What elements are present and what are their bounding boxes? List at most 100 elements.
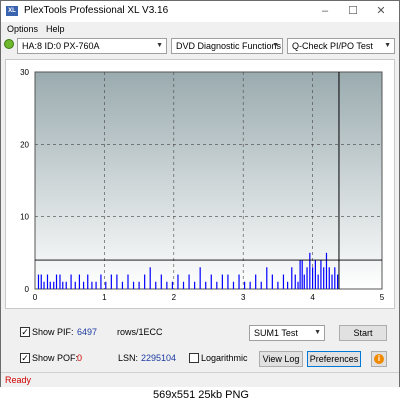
- logarithmic-checkbox[interactable]: [189, 353, 199, 363]
- pi-bar: [331, 274, 333, 289]
- pi-bar: [232, 281, 235, 289]
- pi-bar: [100, 274, 102, 289]
- show-pof-checkbox[interactable]: ✓: [20, 353, 30, 363]
- pi-chart: 0 1 2 3 4 5 0 10 20 30: [20, 68, 385, 302]
- chevron-down-icon: ▼: [384, 42, 391, 49]
- pi-bar: [116, 274, 118, 289]
- show-pif-label: Show PIF:: [32, 327, 74, 337]
- pi-bar: [182, 281, 185, 289]
- pi-bar: [323, 267, 325, 289]
- preferences-button[interactable]: Preferences: [307, 351, 361, 367]
- pi-bar: [328, 267, 330, 289]
- close-icon[interactable]: ✕: [367, 3, 395, 19]
- pi-bar: [291, 267, 293, 289]
- pi-bar: [82, 281, 85, 289]
- pi-bar: [144, 274, 146, 289]
- view-log-button[interactable]: View Log: [259, 351, 303, 367]
- image-caption: 569x551 25kb PNG: [0, 387, 402, 404]
- pi-bar: [277, 281, 279, 289]
- pi-bar: [132, 281, 135, 289]
- sum-test-select[interactable]: SUM1 Test ▼: [249, 325, 325, 341]
- pi-bar: [177, 274, 179, 289]
- pi-bar: [194, 281, 196, 289]
- maximize-icon[interactable]: ☐: [339, 3, 367, 19]
- pi-bar: [70, 274, 72, 289]
- pi-bar: [306, 267, 308, 289]
- pi-bar: [171, 281, 174, 289]
- pi-bar: [74, 281, 76, 289]
- x-tick-label: 4: [310, 293, 315, 302]
- pi-bar: [46, 274, 49, 289]
- function-select[interactable]: DVD Diagnostic Functions ▼: [171, 38, 283, 54]
- start-button[interactable]: Start: [339, 325, 387, 341]
- y-tick-label: 20: [20, 140, 29, 149]
- pi-bar: [95, 281, 97, 289]
- logarithmic-label: Logarithmic: [201, 353, 248, 363]
- pi-bar: [243, 281, 246, 289]
- info-icon: i: [374, 354, 384, 364]
- pi-bar: [320, 260, 322, 289]
- show-pif-checkbox[interactable]: ✓: [20, 327, 30, 337]
- pif-value: 6497: [77, 327, 98, 337]
- plot-area: [34, 71, 383, 290]
- status-bar: Ready: [1, 372, 399, 387]
- pi-bar: [166, 281, 168, 289]
- pi-bar: [334, 267, 336, 289]
- title-bar: XL PlexTools Professional XL V3.16 – ☐ ✕: [1, 1, 399, 22]
- pi-bar: [325, 252, 328, 289]
- toolbar: HA:8 ID:0 PX-760A ▼ DVD Diagnostic Funct…: [1, 37, 399, 57]
- lsn-value: 2295104: [141, 353, 177, 363]
- pi-bar: [210, 274, 212, 289]
- y-tick-label: 10: [20, 213, 29, 222]
- window-title: PlexTools Professional XL V3.16: [24, 5, 169, 16]
- pi-bar: [221, 274, 223, 289]
- pi-bar: [301, 260, 303, 289]
- drive-select-value: HA:8 ID:0 PX-760A: [22, 41, 100, 51]
- chevron-down-icon: ▼: [272, 42, 279, 49]
- pi-bar: [238, 274, 240, 289]
- pi-bar: [49, 281, 51, 289]
- pi-bar: [53, 281, 55, 289]
- menu-help[interactable]: Help: [46, 24, 65, 34]
- pi-bar: [312, 267, 314, 289]
- pi-bar: [188, 274, 190, 289]
- pi-bar: [287, 281, 289, 289]
- drive-select[interactable]: HA:8 ID:0 PX-760A ▼: [17, 38, 167, 54]
- chevron-down-icon: ▼: [156, 42, 163, 49]
- x-tick-label: 0: [33, 293, 38, 302]
- rows-label: rows/1ECC: [117, 327, 163, 337]
- pi-bar: [155, 281, 157, 289]
- drive-status-icon: [4, 39, 14, 49]
- info-button[interactable]: i: [371, 351, 387, 367]
- pi-bar: [40, 274, 42, 289]
- y-tick-label: 30: [20, 68, 29, 77]
- menu-bar: Options Help: [1, 22, 399, 36]
- chevron-down-icon: ▼: [314, 329, 321, 336]
- pi-bar: [314, 260, 316, 289]
- pi-bar: [199, 267, 201, 289]
- x-tick-label: 1: [102, 293, 107, 302]
- function-select-value: DVD Diagnostic Functions: [176, 41, 282, 51]
- y-tick-label: 0: [25, 285, 30, 294]
- minimize-icon[interactable]: –: [311, 3, 339, 19]
- pof-value: 0: [77, 353, 83, 363]
- pi-bar: [91, 281, 93, 289]
- pi-bar: [55, 274, 58, 289]
- lsn-label: LSN:: [118, 353, 139, 363]
- pi-bar: [59, 274, 61, 289]
- test-select[interactable]: Q-Check PI/PO Test ▼: [287, 38, 395, 54]
- app-window: XL PlexTools Professional XL V3.16 – ☐ ✕…: [0, 0, 400, 387]
- pi-bar: [271, 274, 273, 289]
- pi-bar: [160, 274, 162, 289]
- pi-bar: [110, 274, 112, 289]
- pi-bar: [216, 281, 218, 289]
- pi-bar: [37, 274, 40, 289]
- pi-bar: [309, 252, 311, 289]
- pi-bar: [62, 281, 64, 289]
- pi-bar: [65, 281, 67, 289]
- pi-bar: [78, 274, 81, 289]
- x-tick-label: 2: [172, 293, 177, 302]
- pi-bar: [43, 281, 45, 289]
- test-select-value: Q-Check PI/PO Test: [292, 41, 373, 51]
- menu-options[interactable]: Options: [7, 24, 38, 34]
